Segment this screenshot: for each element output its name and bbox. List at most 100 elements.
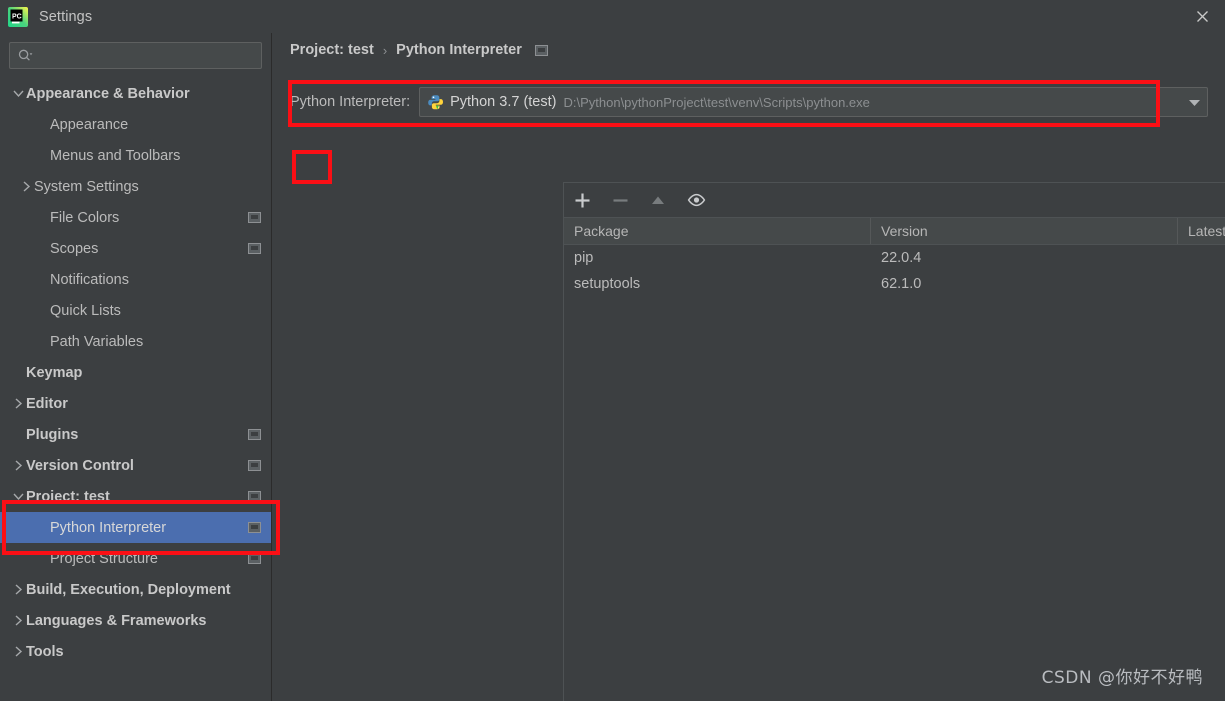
main-panel: Project: test › Python Interpreter Pytho… [273,33,1225,701]
sidebar-item-system-settings[interactable]: System Settings [0,171,271,202]
column-header-latest-version[interactable]: Latest version [1178,218,1225,244]
search-input[interactable] [9,42,262,69]
sidebar-item-quick-lists[interactable]: Quick Lists [0,295,271,326]
cell-package: pip [574,250,594,266]
chevron-down-icon[interactable] [10,86,26,102]
sidebar-item-label: Tools [26,643,64,660]
sidebar-item-path-variables[interactable]: Path Variables [0,326,271,357]
column-header-version[interactable]: Version [871,218,1178,244]
upgrade-package-button [647,189,669,211]
sidebar-item-plugins[interactable]: Plugins [0,419,271,450]
python-venv-icon [427,94,444,111]
interpreter-path: D:\Python\pythonProject\test\venv\Script… [563,94,870,110]
chevron-right-icon[interactable] [10,458,26,474]
chevron-down-icon[interactable] [10,489,26,505]
interpreter-name: Python 3.7 (test) [450,94,557,110]
table-body: pip 22.0.4 setuptools 62.1.0 [564,245,1225,297]
module-icon [248,460,261,471]
sidebar-item-label: Quick Lists [50,302,121,319]
window-title: Settings [39,8,93,25]
sidebar-item-label: Appearance [50,116,129,133]
cell-version: 22.0.4 [881,250,922,266]
table-row[interactable]: setuptools 62.1.0 [564,271,1225,297]
sidebar-item-label: Menus and Toolbars [50,147,181,164]
chevron-right-icon[interactable] [10,613,26,629]
close-icon[interactable] [1179,0,1225,33]
sidebar-item-label: Languages & Frameworks [26,612,207,629]
packages-table: PackageVersionLatest version pip 22.0.4 se… [563,217,1225,701]
module-icon [248,429,261,440]
sidebar-item-label: Version Control [26,457,134,474]
sidebar-item-editor[interactable]: Editor [0,388,271,419]
chevron-right-icon[interactable] [10,644,26,660]
sidebar-item-label: Path Variables [50,333,144,350]
sidebar-item-project-structure[interactable]: Project Structure [0,543,271,574]
sidebar-item-project-test[interactable]: Project: test [0,481,271,512]
module-icon [248,212,261,223]
cell-version: 62.1.0 [881,276,922,292]
uninstall-package-button [609,189,631,211]
sidebar-item-label: System Settings [34,178,139,195]
watermark: CSDN @你好不好鸭 [1041,668,1203,688]
show-early-releases-button[interactable] [685,189,707,211]
packages-toolbar [563,182,1225,217]
breadcrumb-current: Python Interpreter [396,42,522,58]
sidebar-item-label: Project Structure [50,550,158,567]
sidebar-item-languages-frameworks[interactable]: Languages & Frameworks [0,605,271,636]
module-icon [248,553,261,564]
install-package-button[interactable] [571,189,593,211]
arrow-up-icon [650,193,666,207]
module-icon [534,44,548,56]
breadcrumb: Project: test › Python Interpreter [273,33,1225,67]
sidebar-item-label: File Colors [50,209,120,226]
cell-latest [1178,245,1225,271]
settings-sidebar: Appearance & Behavior Appearance Menus and… [0,33,272,701]
eye-icon [687,193,706,207]
settings-window: PC Settings Appearance & Behavior Appear… [0,0,1225,701]
sidebar-item-appearance-behavior[interactable]: Appearance & Behavior [0,78,271,109]
sidebar-item-menus-and-toolbars[interactable]: Menus and Toolbars [0,140,271,171]
sidebar-item-label: Editor [26,395,68,412]
cell-package: setuptools [574,276,641,292]
interpreter-select[interactable]: Python 3.7 (test) D:\Python\pythonProjec… [419,87,1208,117]
chevron-right-icon[interactable] [18,179,34,195]
sidebar-item-build-execution-deployment[interactable]: Build, Execution, Deployment [0,574,271,605]
sidebar-item-label: Keymap [26,364,83,381]
svg-text:PC: PC [12,13,22,20]
sidebar-item-label: Notifications [50,271,129,288]
chevron-right-icon[interactable] [10,396,26,412]
sidebar-item-scopes[interactable]: Scopes [0,233,271,264]
table-row[interactable]: pip 22.0.4 [564,245,1225,271]
sidebar-item-file-colors[interactable]: File Colors [0,202,271,233]
sidebar-item-label: Project: test [26,488,110,505]
search-icon [18,49,33,62]
sidebar-item-tools[interactable]: Tools [0,636,271,667]
table-header-row: PackageVersionLatest version [564,218,1225,245]
sidebar-item-notifications[interactable]: Notifications [0,264,271,295]
module-icon [248,522,261,533]
plus-icon [574,192,591,209]
chevron-down-icon[interactable] [1188,98,1201,107]
breadcrumb-separator: › [382,42,388,58]
settings-tree: Appearance & Behavior Appearance Menus and… [0,78,271,667]
sidebar-item-appearance[interactable]: Appearance [0,109,271,140]
sidebar-item-python-interpreter[interactable]: Python Interpreter [0,512,271,543]
title-bar: PC Settings [0,0,1225,33]
sidebar-item-label: Build, Execution, Deployment [26,581,231,598]
sidebar-item-keymap[interactable]: Keymap [0,357,271,388]
chevron-right-icon[interactable] [10,582,26,598]
breadcrumb-parent[interactable]: Project: test [290,42,374,58]
column-header-package[interactable]: Package [564,218,871,244]
sidebar-item-version-control[interactable]: Version Control [0,450,271,481]
interpreter-label: Python Interpreter: [290,94,411,110]
module-icon [248,243,261,254]
search-container [0,33,271,69]
